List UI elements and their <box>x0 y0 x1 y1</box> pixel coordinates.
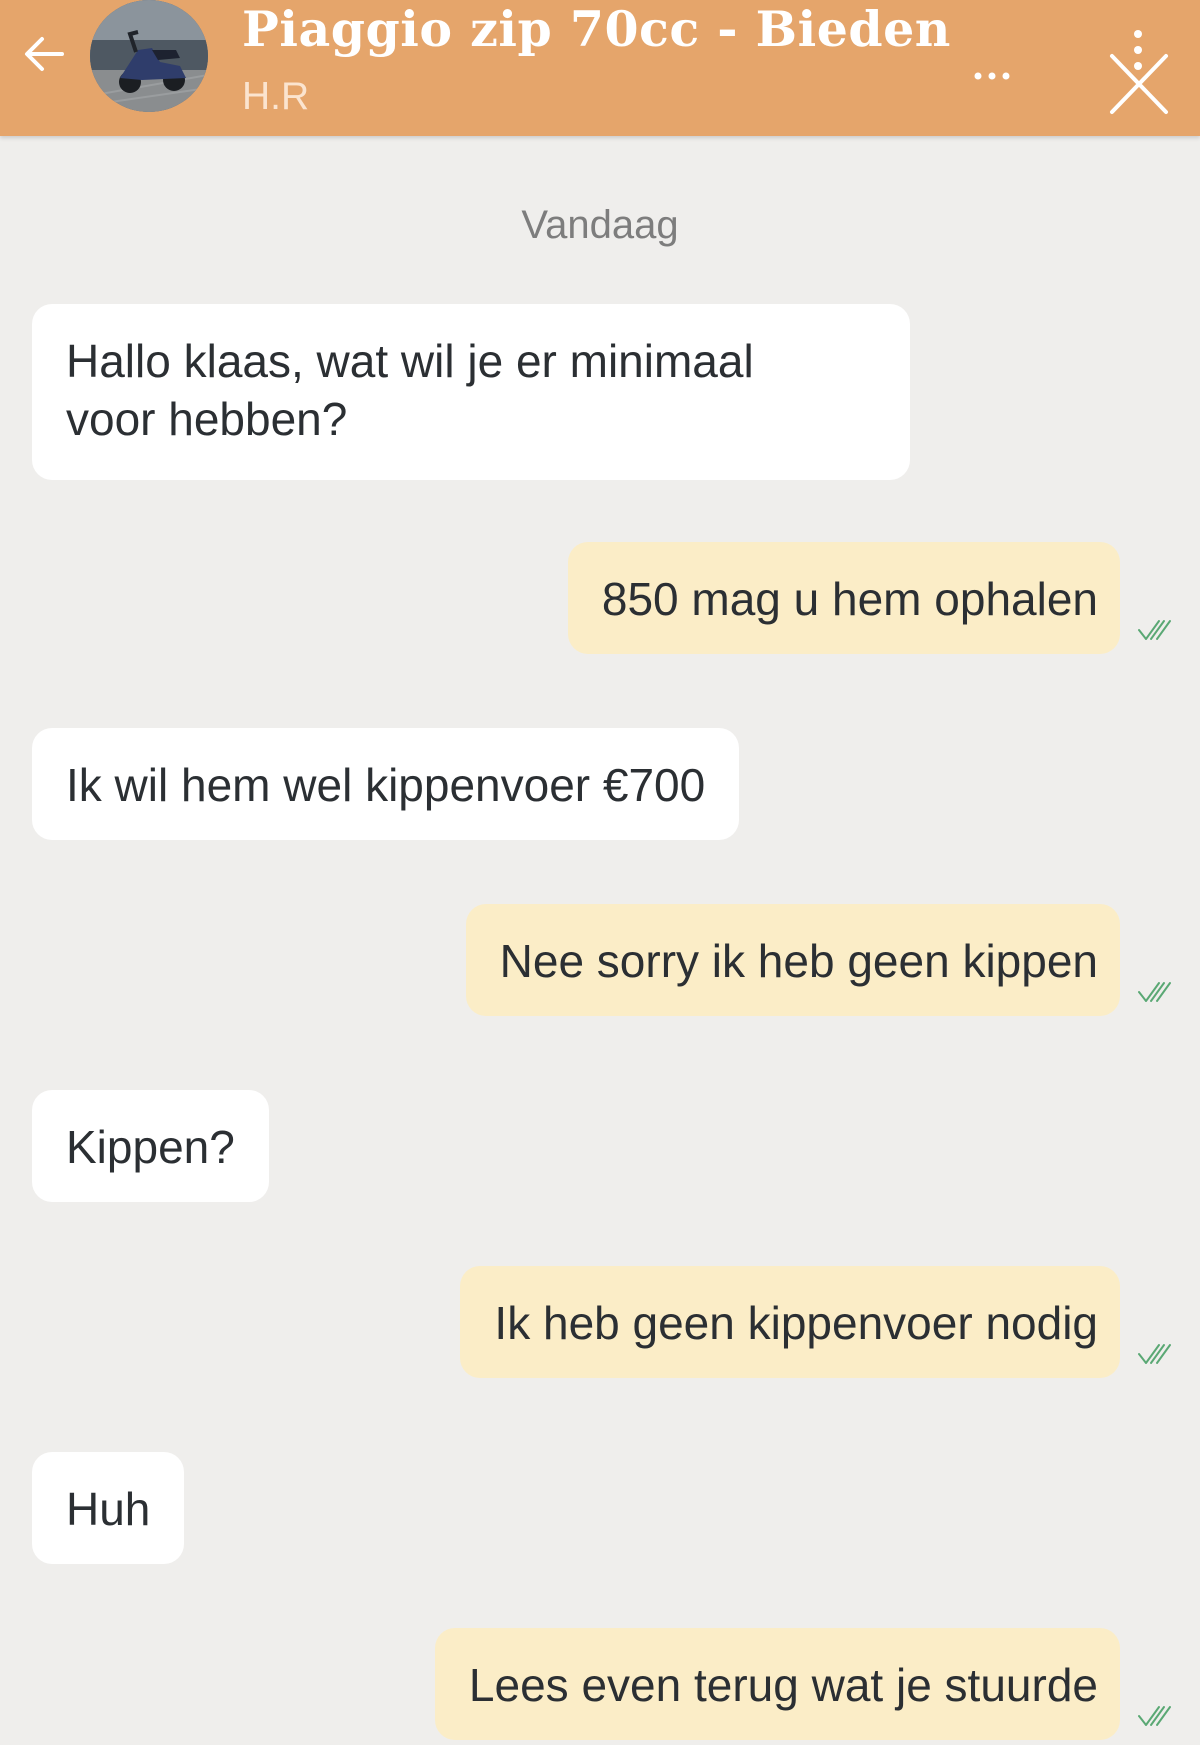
message-outgoing[interactable]: 850 mag u hem ophalen <box>567 542 1120 654</box>
message-outgoing[interactable]: Lees even terug wat je stuurde <box>434 1628 1120 1740</box>
message-text: Ik heb geen kippenvoer nodig <box>494 1297 1098 1349</box>
chat-header: Piaggio zip 70cc - Bieden H.R <box>0 0 1200 136</box>
message-text-line: Hallo klaas, wat wil je er minimaal <box>66 335 754 387</box>
avatar[interactable] <box>90 0 208 112</box>
message-text: Kippen? <box>66 1121 235 1173</box>
scooter-photo <box>90 0 208 112</box>
message-text: Lees even terug wat je stuurde <box>468 1659 1098 1711</box>
close-icon <box>1110 30 1168 114</box>
more-horizontal-icon <box>974 72 1010 80</box>
message-text: 850 mag u hem ophalen <box>601 573 1098 625</box>
back-button[interactable] <box>18 28 70 80</box>
date-separator: Vandaag <box>521 203 679 247</box>
message-text-line: voor hebben? <box>66 393 348 445</box>
message-outgoing[interactable]: Nee sorry ik heb geen kippen <box>465 904 1120 1016</box>
message-incoming[interactable]: Ik wil hem wel kippenvoer €700 <box>32 728 740 840</box>
chat-title: Piaggio zip 70cc - Bieden <box>242 0 951 58</box>
close-button[interactable] <box>1098 20 1178 120</box>
message-text: Nee sorry ik heb geen kippen <box>499 935 1098 987</box>
double-check-icon <box>1138 620 1171 640</box>
double-check-icon <box>1138 1344 1171 1364</box>
message-incoming[interactable]: Kippen? <box>32 1090 269 1202</box>
double-check-icon <box>1138 1706 1171 1726</box>
message-incoming[interactable]: Huh <box>32 1452 185 1564</box>
chat-subtitle: H.R <box>242 75 310 118</box>
double-check-icon <box>1138 982 1171 1002</box>
arrow-left-icon <box>25 37 64 71</box>
message-text: Ik wil hem wel kippenvoer €700 <box>66 759 706 811</box>
message-outgoing[interactable]: Ik heb geen kippenvoer nodig <box>460 1266 1120 1378</box>
message-incoming[interactable]: Hallo klaas, wat wil je er minimaal voor… <box>32 304 910 480</box>
message-text: Huh <box>66 1483 151 1535</box>
more-button[interactable] <box>964 58 1020 94</box>
